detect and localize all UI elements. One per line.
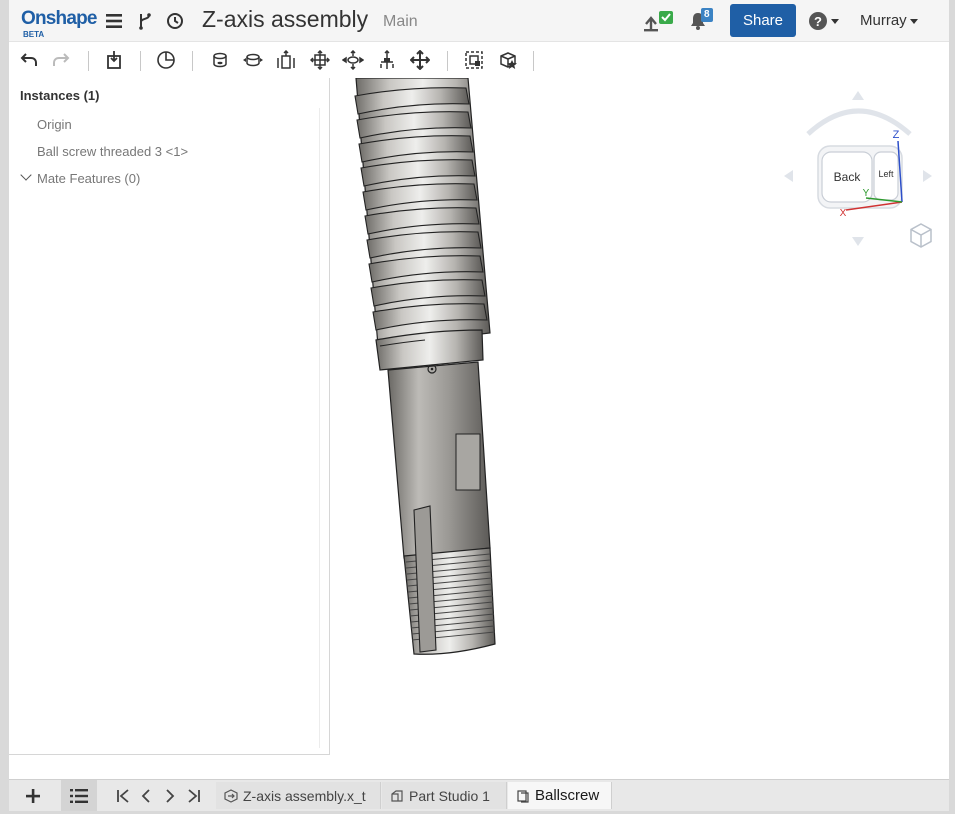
- tab-z-axis-assembly-xt[interactable]: Z-axis assembly.x_t: [216, 782, 381, 809]
- previous-tab-icon[interactable]: [136, 780, 156, 811]
- top-header: Onshape BETA Z-axis assembly Main 8 Shar…: [9, 0, 949, 42]
- list-icon: [70, 788, 88, 803]
- viewcube-front-face: Back: [834, 170, 862, 184]
- ball-mate-icon[interactable]: [408, 49, 432, 71]
- mate-features-folder[interactable]: Mate Features (0): [37, 171, 140, 186]
- toolbar-separator: [447, 51, 448, 71]
- viewcube-side-face: Left: [878, 169, 894, 179]
- instance-item-ball-screw[interactable]: Ball screw threaded 3 <1>: [37, 144, 188, 159]
- add-tab-button[interactable]: [15, 780, 51, 811]
- assembly-toolbar: [9, 42, 949, 78]
- part-studio-icon: [391, 789, 403, 802]
- hamburger-menu-icon[interactable]: [105, 10, 123, 32]
- plus-icon: [26, 788, 40, 803]
- first-tab-icon[interactable]: [112, 780, 134, 811]
- share-button[interactable]: Share: [730, 4, 796, 37]
- rotate-right-arrow-icon: [923, 170, 932, 182]
- view-cube-menu-icon[interactable]: [908, 221, 934, 251]
- instance-item-origin[interactable]: Origin: [37, 117, 72, 132]
- document-title[interactable]: Z-axis assembly: [202, 6, 368, 33]
- help-menu[interactable]: ?: [806, 10, 840, 32]
- redo-icon[interactable]: [49, 49, 73, 71]
- upload-check-icon[interactable]: [641, 10, 675, 32]
- history-icon[interactable]: [165, 10, 185, 32]
- tab-part-studio-1[interactable]: Part Studio 1: [382, 782, 507, 809]
- assembly-icon: [517, 789, 529, 803]
- fastened-mate-icon[interactable]: [208, 49, 232, 71]
- tab-label: Z-axis assembly.x_t: [243, 787, 366, 804]
- svg-text:?: ?: [814, 14, 822, 29]
- rotate-left-arrow-icon: [784, 170, 793, 182]
- rotate-up-arrow-icon: [852, 91, 864, 100]
- chevron-down-icon[interactable]: [20, 169, 32, 181]
- user-menu[interactable]: Murray: [860, 12, 918, 29]
- revolute-mate-icon[interactable]: [241, 49, 265, 71]
- axis-z-label: Z: [893, 129, 900, 141]
- cylindrical-mate-icon[interactable]: [341, 49, 365, 71]
- replicate-icon[interactable]: [496, 49, 520, 71]
- help-caret-icon: [830, 18, 839, 24]
- imported-file-icon: [224, 788, 238, 803]
- toolbar-separator: [140, 51, 141, 71]
- help-icon: ?: [808, 12, 827, 30]
- slider-mate-icon[interactable]: [274, 49, 298, 71]
- insert-part-icon[interactable]: [102, 49, 126, 71]
- tab-label: Part Studio 1: [409, 787, 490, 804]
- rotate-down-arrow-icon: [852, 237, 864, 246]
- user-caret-icon: [909, 18, 918, 24]
- onshape-logo[interactable]: Onshape BETA: [21, 6, 98, 39]
- pin-slot-mate-icon[interactable]: [375, 49, 399, 71]
- logo-beta-label: BETA: [23, 30, 45, 39]
- axis-y-label: Y: [863, 188, 870, 199]
- instances-title: Instances (1): [20, 88, 100, 103]
- tab-ballscrew[interactable]: Ballscrew: [508, 782, 612, 809]
- notification-count-badge: 8: [701, 8, 713, 22]
- undo-icon[interactable]: [17, 49, 41, 71]
- tab-label: Ballscrew: [535, 787, 600, 804]
- display-states-icon[interactable]: [154, 49, 178, 71]
- graphics-viewport[interactable]: Back Left Z Y X: [330, 78, 949, 778]
- user-name: Murray: [860, 12, 907, 29]
- panel-scrollbar[interactable]: [319, 108, 326, 748]
- axis-x-label: X: [840, 208, 847, 219]
- toolbar-separator: [533, 51, 534, 71]
- next-tab-icon[interactable]: [160, 780, 180, 811]
- version-graph-icon[interactable]: [136, 10, 154, 32]
- tab-list-button[interactable]: [61, 780, 97, 811]
- toolbar-separator: [88, 51, 89, 71]
- planar-mate-icon[interactable]: [308, 49, 332, 71]
- last-tab-icon[interactable]: [183, 780, 205, 811]
- logo-text: Onshape: [21, 8, 98, 29]
- toolbar-separator: [192, 51, 193, 71]
- tab-bar: Z-axis assembly.x_t Part Studio 1 Ballsc…: [9, 779, 949, 811]
- instances-panel: Instances (1) Origin Ball screw threaded…: [9, 78, 330, 755]
- branch-name[interactable]: Main: [383, 13, 418, 31]
- mate-connector-icon[interactable]: [462, 49, 486, 71]
